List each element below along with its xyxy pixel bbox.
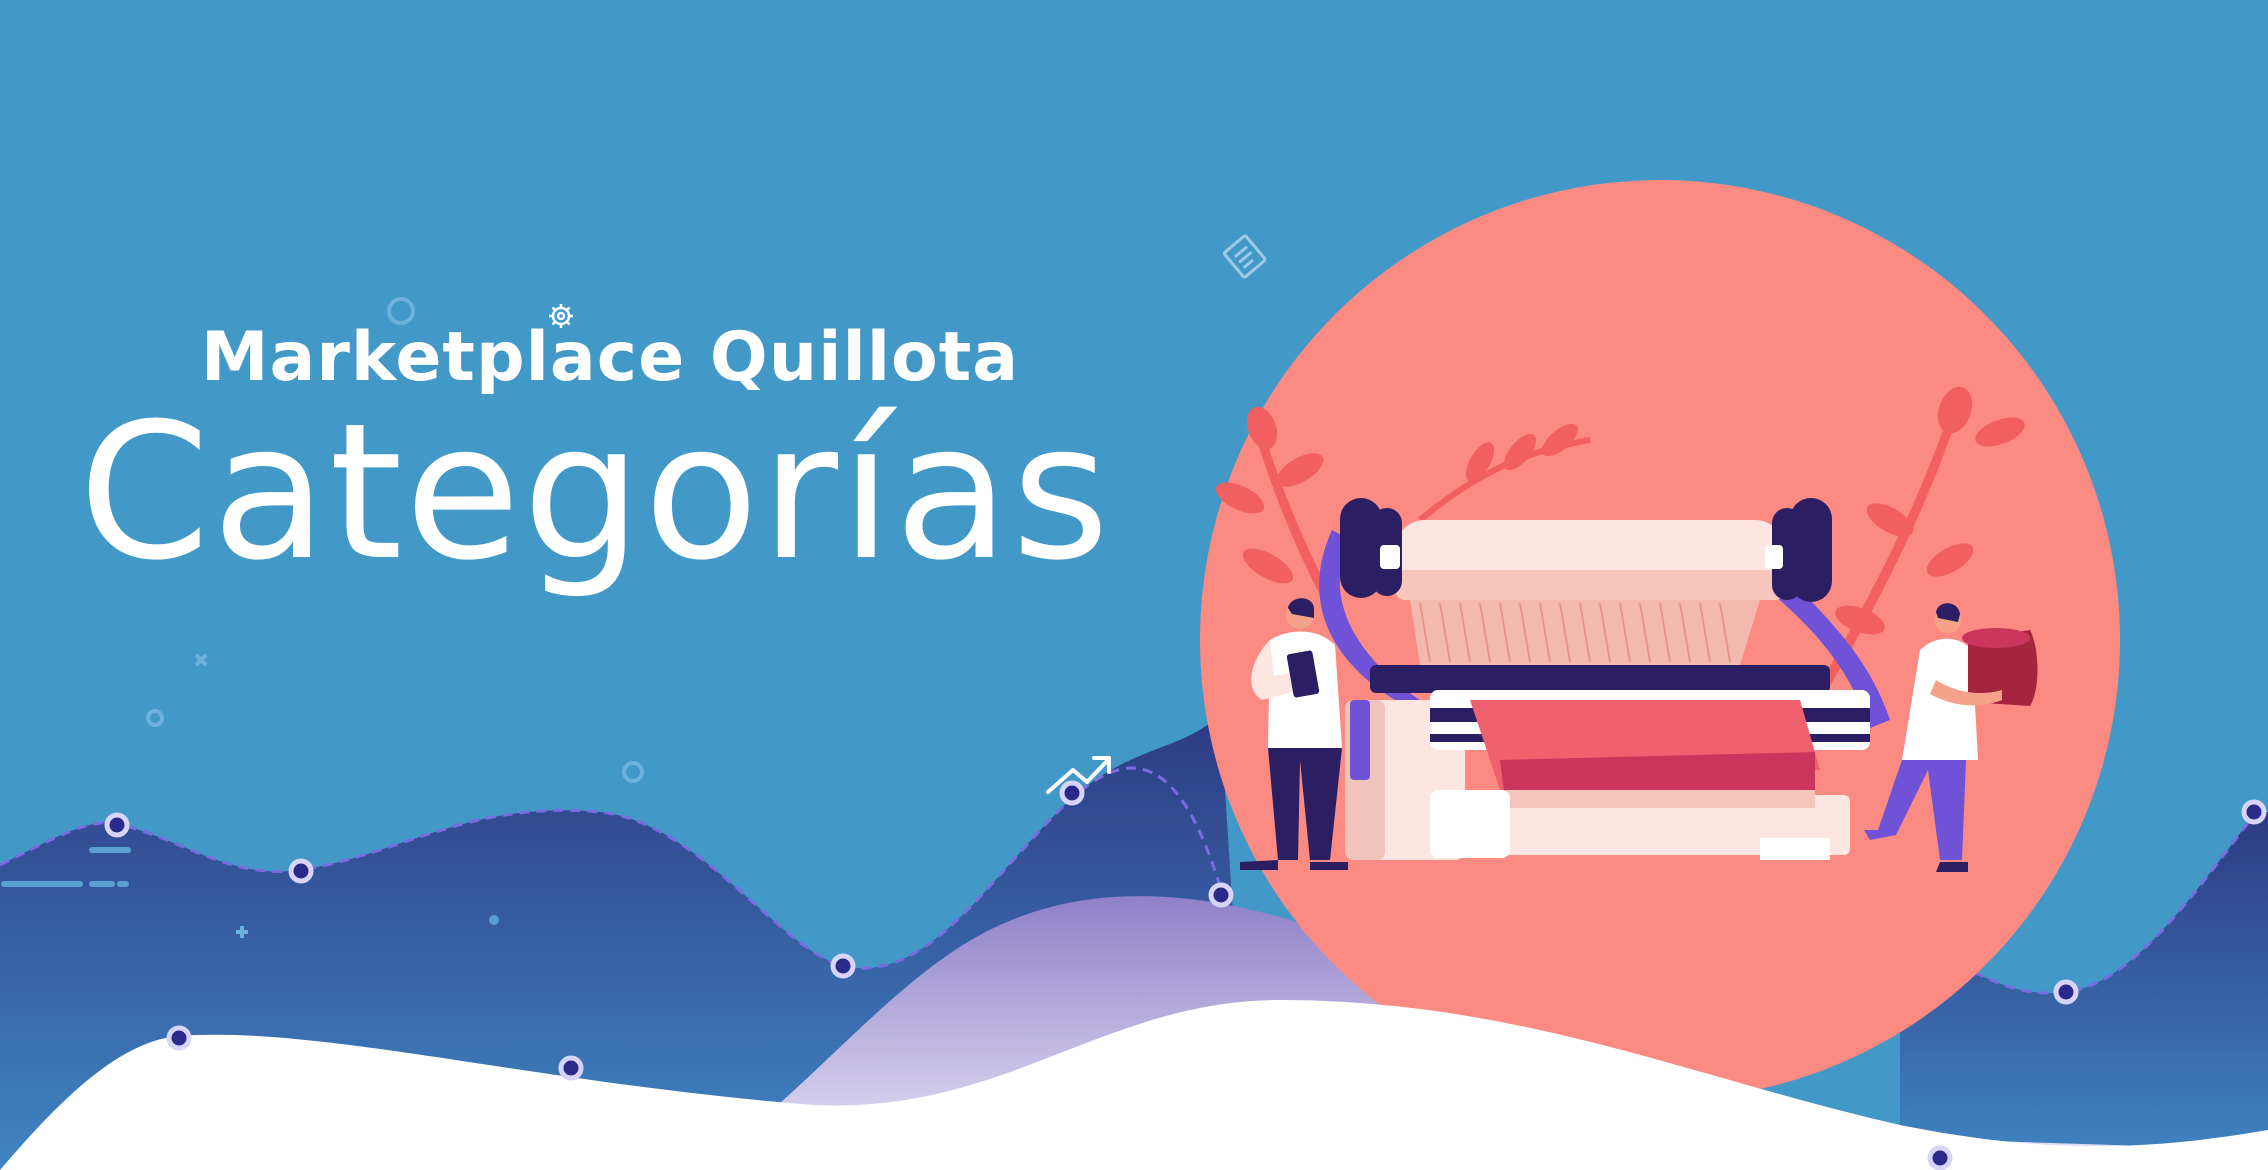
document-icon: [1223, 234, 1267, 279]
hero-banner: Marketplace Quillota Categorías: [0, 0, 2268, 1170]
page-title: Categorías: [78, 383, 1112, 602]
